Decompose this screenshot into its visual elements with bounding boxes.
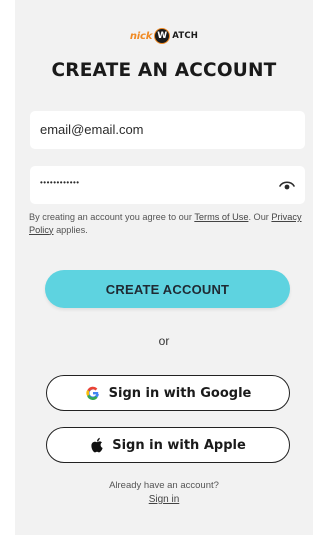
nickwatch-logo: nick W ATCH	[15, 26, 313, 46]
terms-text-after: applies.	[53, 224, 88, 235]
logo-suffix: ATCH	[172, 31, 199, 41]
apple-signin-button[interactable]: Sign in with Apple	[46, 427, 290, 463]
terms-text-before: By creating an account you agree to our	[29, 212, 195, 222]
logo-badge: W	[154, 28, 171, 44]
terms-text-middle: . Our	[248, 212, 272, 222]
logo-prefix: nick	[129, 30, 153, 42]
already-have-account-text: Already have an account?	[109, 480, 219, 491]
google-icon	[86, 386, 99, 400]
create-account-label: CREATE ACCOUNT	[105, 281, 230, 297]
password-field[interactable]: ••••••••••••	[30, 166, 305, 204]
signup-screen: nick W ATCH CREATE AN ACCOUNT email@emai…	[15, 0, 313, 535]
create-account-button[interactable]: CREATE ACCOUNT	[45, 270, 290, 308]
terms-of-use-link[interactable]: Terms of Use	[194, 212, 248, 222]
google-signin-label: Sign in with Google	[108, 385, 252, 401]
password-value: ••••••••••••	[40, 178, 80, 187]
email-value: email@email.com	[40, 122, 144, 137]
terms-notice: By creating an account you agree to our …	[29, 211, 313, 236]
signin-link[interactable]: Sign in	[15, 494, 313, 505]
page-title: CREATE AN ACCOUNT	[51, 60, 277, 81]
eye-icon[interactable]	[279, 179, 295, 191]
apple-icon	[91, 437, 103, 453]
google-signin-button[interactable]: Sign in with Google	[46, 375, 290, 411]
or-divider: or	[158, 334, 170, 348]
apple-signin-label: Sign in with Apple	[112, 437, 246, 453]
email-field[interactable]: email@email.com	[30, 111, 305, 149]
